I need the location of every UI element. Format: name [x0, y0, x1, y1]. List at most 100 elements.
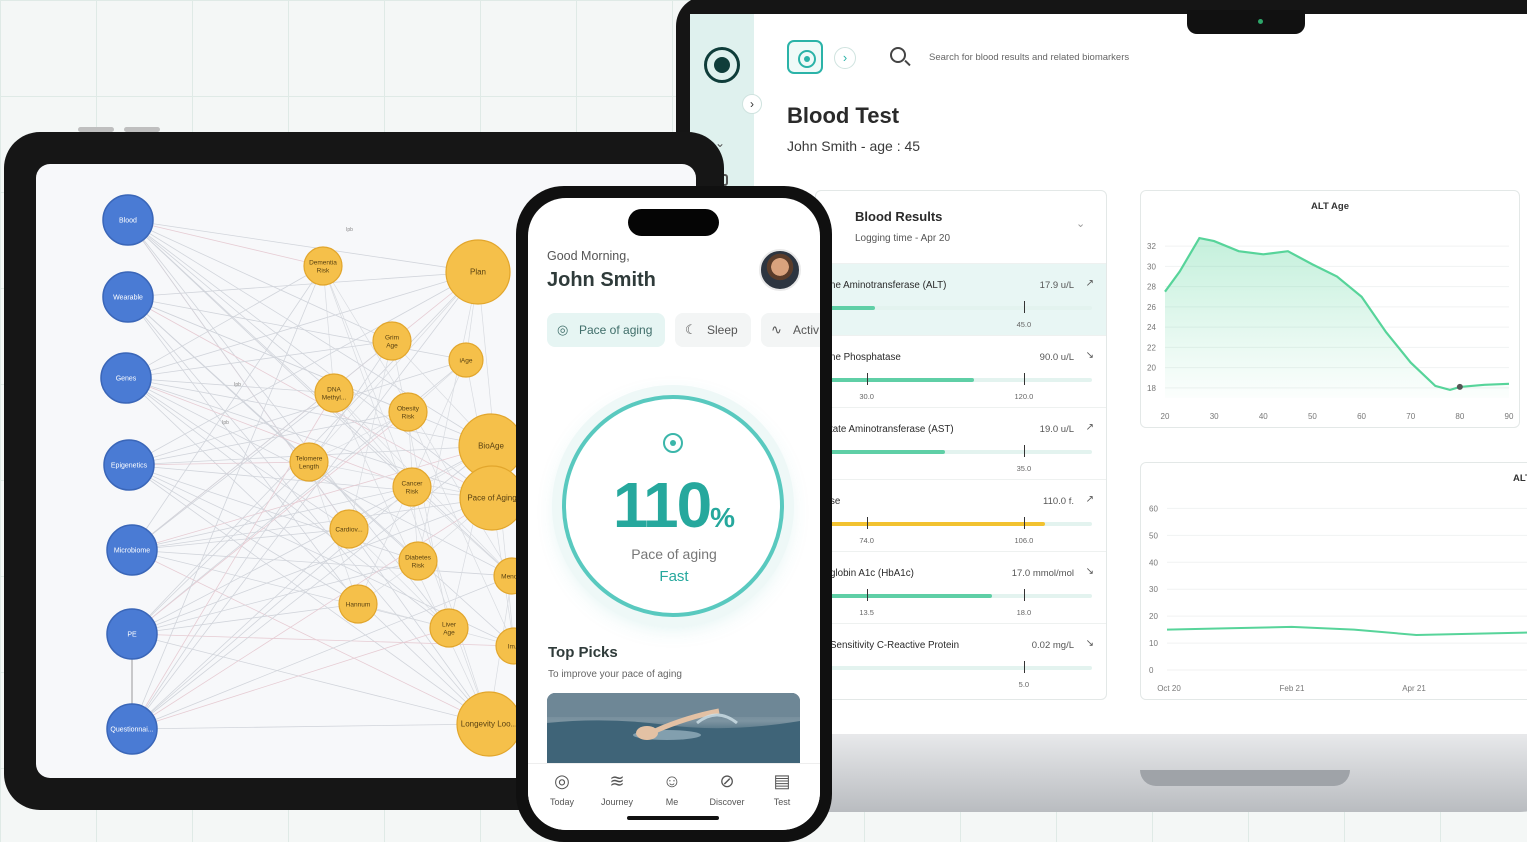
- graph-node-label: Liver: [442, 622, 457, 629]
- graph-edge: [127, 271, 479, 298]
- result-value: 17.0 mmol/mol: [1011, 568, 1074, 579]
- nav-test[interactable]: ▤ Test: [756, 770, 808, 807]
- y-tick-label: 0: [1149, 666, 1154, 675]
- app-logo-icon[interactable]: [704, 47, 740, 83]
- swimmer-photo[interactable]: [547, 693, 800, 763]
- graph-node-label: DNA: [327, 387, 341, 394]
- trend-icon: ↗: [1085, 494, 1094, 505]
- x-tick-label: 90: [1505, 412, 1514, 421]
- result-range-fill: [830, 450, 946, 454]
- result-range-bar: 5.0: [830, 661, 1092, 689]
- alt-chart-card: ALT 0 10 20 30 40 50 60 Oct 20 Feb 21 Apr 21: [1140, 462, 1527, 700]
- result-row[interactable]: ne Phosphatase 90.0 u/L ↘ 30.0 120.0: [816, 335, 1106, 407]
- graph-node-label: Grim: [385, 335, 399, 342]
- alt-chart: 0 10 20 30 40 50 60 Oct 20 Feb 21 Apr 21: [1149, 504, 1527, 693]
- graph-edge: [125, 377, 335, 394]
- result-range-fill: [830, 594, 993, 598]
- graph-node-label: PE: [127, 632, 137, 639]
- range-tick: [866, 589, 869, 601]
- graph-edge: [131, 633, 490, 725]
- trend-icon: ↗: [1085, 422, 1094, 433]
- result-row[interactable]: tate Aminotransferase (AST) 19.0 u/L ↗ 35.0: [816, 407, 1106, 479]
- activity-icon: ∿: [771, 322, 782, 337]
- result-row[interactable]: Sensitivity C-Reactive Protein 0.02 mg/L ↘…: [816, 623, 1106, 695]
- y-tick-label: 26: [1147, 303, 1156, 312]
- series-line: [1166, 625, 1527, 637]
- avatar[interactable]: [759, 249, 801, 291]
- graph-node-label: Dementia: [309, 260, 337, 267]
- x-tick-label: 50: [1308, 412, 1317, 421]
- graph-node-label: Epigenetics: [111, 463, 148, 470]
- range-tick: [1023, 373, 1026, 385]
- results-title: Blood Results: [855, 209, 943, 224]
- graph-node-label: Wearable: [113, 295, 143, 302]
- pace-value: 110%: [612, 469, 736, 541]
- pace-icon-button[interactable]: [787, 40, 823, 74]
- graph-edge: [131, 461, 310, 635]
- range-tick-label: 106.0: [1014, 536, 1034, 545]
- journey-icon: ≋: [609, 771, 625, 791]
- nav-discover[interactable]: ⊘ Discover: [701, 770, 753, 807]
- pace-icon: ◎: [557, 322, 569, 337]
- result-name: globin A1c (HbA1c): [830, 568, 914, 579]
- result-range-bar: 74.0 106.0: [830, 517, 1092, 545]
- x-tick-label: Apr 21: [1402, 684, 1426, 693]
- result-name: ne Aminotransferase (ALT): [830, 280, 947, 291]
- graph-node-label: Diabetes: [405, 555, 431, 562]
- graph-node-label: Telomere: [296, 456, 323, 463]
- graph-node-label: Risk: [412, 563, 425, 570]
- range-tick-label: 120.0: [1014, 392, 1034, 401]
- result-row[interactable]: globin A1c (HbA1c) 17.0 mmol/mol ↘ 13.5 18.0: [816, 551, 1106, 623]
- y-tick-label: 20: [1149, 612, 1158, 621]
- edge-label: Ipb: [234, 382, 241, 388]
- forward-arrow-button[interactable]: ›: [834, 47, 856, 69]
- trend-icon: ↘: [1085, 566, 1094, 577]
- search-input[interactable]: Search for blood results and related bio…: [929, 52, 1129, 63]
- chevron-down-icon[interactable]: ⌄: [1076, 217, 1085, 230]
- edge-label: Ipb: [222, 420, 229, 426]
- graph-edge: [131, 723, 490, 730]
- graph-edge: [131, 265, 324, 551]
- range-tick: [1023, 589, 1026, 601]
- y-tick-label: 40: [1149, 558, 1158, 567]
- search-icon[interactable]: [890, 47, 906, 63]
- nav-journey[interactable]: ≋ Journey: [591, 770, 643, 807]
- sidebar-expand-button[interactable]: ›: [742, 94, 762, 114]
- y-tick-label: 22: [1147, 343, 1156, 352]
- y-tick-label: 50: [1149, 531, 1158, 540]
- graph-node-label: Pace of Aging: [467, 494, 516, 503]
- nav-me[interactable]: ☺ Me: [646, 770, 698, 807]
- range-tick-label: 30.0: [859, 392, 874, 401]
- results-subtitle: Logging time - Apr 20: [855, 233, 951, 244]
- top-picks-subtitle: To improve your pace of aging: [548, 669, 682, 680]
- range-tick: [1023, 301, 1026, 313]
- user-name: John Smith: [547, 269, 656, 291]
- graph-node-label: Age: [386, 343, 398, 350]
- laptop-notch: [1187, 10, 1305, 34]
- result-name: Sensitivity C-Reactive Protein: [830, 640, 960, 651]
- x-tick-label: Oct 20: [1157, 684, 1181, 693]
- nav-today[interactable]: ◎ Today: [536, 770, 588, 807]
- graph-node-label: Longevity Loo...: [461, 720, 517, 729]
- graph-node-label: Risk: [402, 414, 415, 421]
- result-value: 110.0 f.: [1043, 496, 1074, 507]
- result-row[interactable]: ne Aminotransferase (ALT) 17.9 u/L ↗ 45.0: [816, 263, 1106, 335]
- result-row[interactable]: se 110.0 f. ↗ 74.0 106.0: [816, 479, 1106, 551]
- range-tick-label: 18.0: [1016, 608, 1032, 617]
- graph-node-label: Hannum: [346, 602, 371, 609]
- graph-edge: [131, 627, 450, 730]
- result-value: 19.0 u/L: [1039, 424, 1074, 435]
- chip-pace-of-aging[interactable]: ◎ Pace of aging: [547, 313, 665, 347]
- compass-icon: ⊘: [719, 771, 735, 791]
- range-tick: [1023, 445, 1026, 457]
- result-range-bar: 45.0: [830, 301, 1092, 329]
- chip-sleep[interactable]: ☾ Sleep: [675, 313, 751, 347]
- graph-edge: [127, 296, 492, 447]
- result-value: 0.02 mg/L: [1031, 640, 1074, 651]
- graph-edge: [131, 528, 350, 730]
- range-tick: [866, 517, 869, 529]
- chip-activity[interactable]: ∿ Activ: [761, 313, 820, 347]
- range-tick-label: 5.0: [1018, 680, 1030, 689]
- graph-node-label: Blood: [119, 218, 137, 225]
- result-range-fill: [830, 378, 975, 382]
